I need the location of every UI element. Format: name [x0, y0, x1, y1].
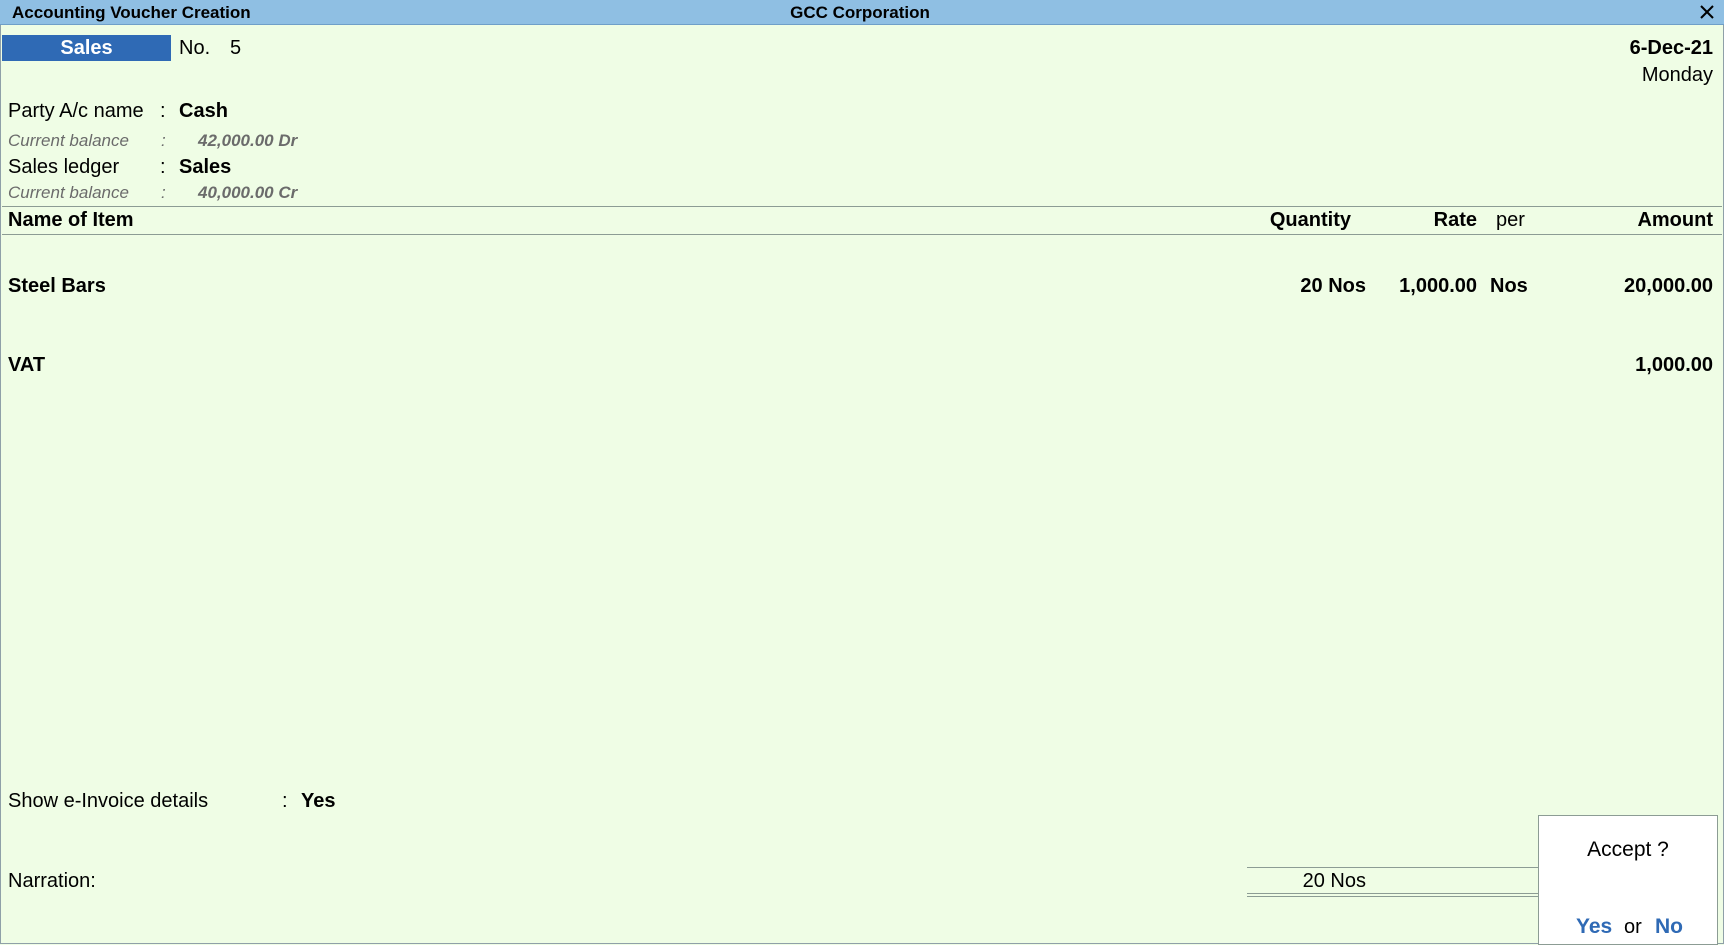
total-bottom-divider	[1247, 893, 1538, 894]
sales-ledger-balance-sep: :	[161, 183, 166, 202]
item-amount[interactable]: 20,000.00	[1624, 275, 1713, 298]
sales-ledger-label: Sales ledger	[8, 156, 120, 178]
column-header-per: per	[1496, 209, 1525, 231]
voucher-type-badge[interactable]: Sales	[2, 35, 171, 61]
accept-question: Accept ?	[1587, 838, 1669, 861]
column-header-name: Name of Item	[8, 209, 134, 231]
party-balance-sep: :	[161, 131, 166, 150]
accept-dialog: Accept ? Yes or No	[1538, 815, 1718, 945]
item-per[interactable]: Nos	[1490, 275, 1528, 298]
ledger-amount[interactable]: 1,000.00	[1635, 354, 1713, 377]
voucher-no-value[interactable]: 5	[230, 37, 241, 60]
column-header-quantity: Quantity	[1269, 209, 1351, 231]
company-name: GCC Corporation	[790, 3, 930, 22]
narration-label: Narration:	[8, 870, 96, 892]
party-balance-label: Current balance	[8, 131, 129, 150]
column-header-amount: Amount	[1637, 209, 1713, 231]
voucher-frame	[0, 25, 1724, 944]
voucher-date[interactable]: 6-Dec-21	[1630, 37, 1713, 60]
total-quantity: 20 Nos	[1302, 870, 1366, 892]
ledger-name[interactable]: VAT	[8, 354, 45, 377]
item-name[interactable]: Steel Bars	[8, 275, 106, 298]
voucher-day: Monday	[1641, 64, 1713, 86]
sales-ledger-balance-label: Current balance	[8, 183, 129, 202]
sales-ledger-balance-value: 40,000.00 Cr	[198, 183, 298, 202]
party-value[interactable]: Cash	[179, 100, 228, 123]
sales-ledger-value[interactable]: Sales	[179, 156, 231, 179]
table-header-divider	[2, 234, 1722, 235]
accept-yes-button[interactable]: Yes	[1576, 915, 1612, 939]
close-icon[interactable]	[1696, 1, 1718, 23]
einvoice-value[interactable]: Yes	[301, 790, 335, 813]
total-double-divider	[1247, 896, 1538, 897]
einvoice-sep: :	[282, 790, 288, 812]
accept-no-button[interactable]: No	[1655, 915, 1683, 939]
column-header-rate: Rate	[1433, 209, 1477, 231]
total-top-divider	[1247, 867, 1538, 868]
table-top-divider	[2, 206, 1722, 207]
party-balance-value: 42,000.00 Dr	[198, 131, 298, 150]
party-sep: :	[160, 100, 166, 122]
title-bar: Accounting Voucher Creation GCC Corporat…	[0, 0, 1724, 25]
voucher-no-label: No.	[179, 37, 211, 59]
sales-ledger-sep: :	[160, 156, 166, 178]
item-rate[interactable]: 1,000.00	[1399, 275, 1477, 298]
accept-or-text: or	[1624, 916, 1642, 938]
einvoice-label: Show e-Invoice details	[8, 790, 209, 812]
item-quantity[interactable]: 20 Nos	[1300, 275, 1366, 298]
party-label: Party A/c name	[8, 100, 144, 122]
